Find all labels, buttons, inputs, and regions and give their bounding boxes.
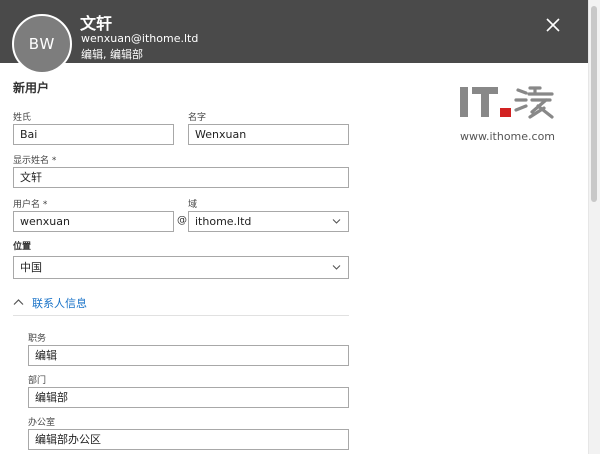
header-department: 编辑, 编辑部 [81, 48, 143, 61]
section-divider [13, 315, 349, 316]
avatar: BW [12, 14, 72, 74]
location-value: 中国 [20, 261, 42, 274]
watermark-url: www.ithome.com [460, 130, 556, 143]
department-input[interactable]: 编辑部 [28, 387, 349, 408]
first-name-label: 名字 [188, 113, 207, 123]
close-button[interactable] [542, 14, 564, 36]
domain-value: ithome.ltd [195, 215, 252, 228]
username-input[interactable]: wenxuan [13, 211, 174, 232]
chevron-up-icon [13, 299, 24, 305]
at-sign: @ [177, 215, 187, 226]
display-name-label: 显示姓名 * [13, 156, 57, 166]
last-name-label: 姓氏 [13, 113, 32, 123]
chevron-down-icon [332, 265, 341, 270]
username-label: 用户名 * [13, 200, 48, 210]
contact-info-toggle[interactable]: 联系人信息 [13, 295, 103, 311]
header-display-name: 文轩 [80, 14, 113, 33]
domain-label: 域 [188, 200, 198, 210]
domain-select[interactable]: ithome.ltd [188, 211, 349, 232]
department-label: 部门 [28, 376, 47, 386]
job-title-label: 职务 [28, 334, 47, 344]
location-select[interactable]: 中国 [13, 256, 349, 279]
office-label: 办公室 [28, 418, 56, 428]
scrollbar-thumb[interactable] [591, 6, 597, 202]
ithome-logo [460, 86, 554, 119]
office-input[interactable]: 编辑部办公区 [28, 429, 349, 450]
last-name-input[interactable]: Bai [13, 124, 174, 145]
job-title-input[interactable]: 编辑 [28, 345, 349, 366]
chevron-down-icon [332, 219, 341, 224]
section-title: 新用户 [13, 81, 50, 95]
location-label: 位置 [13, 242, 32, 252]
contact-info-label: 联系人信息 [32, 297, 87, 310]
first-name-input[interactable]: Wenxuan [188, 124, 349, 145]
display-name-input[interactable]: 文轩 [13, 167, 349, 188]
header-email: wenxuan@ithome.ltd [81, 32, 199, 45]
close-icon [546, 18, 560, 32]
